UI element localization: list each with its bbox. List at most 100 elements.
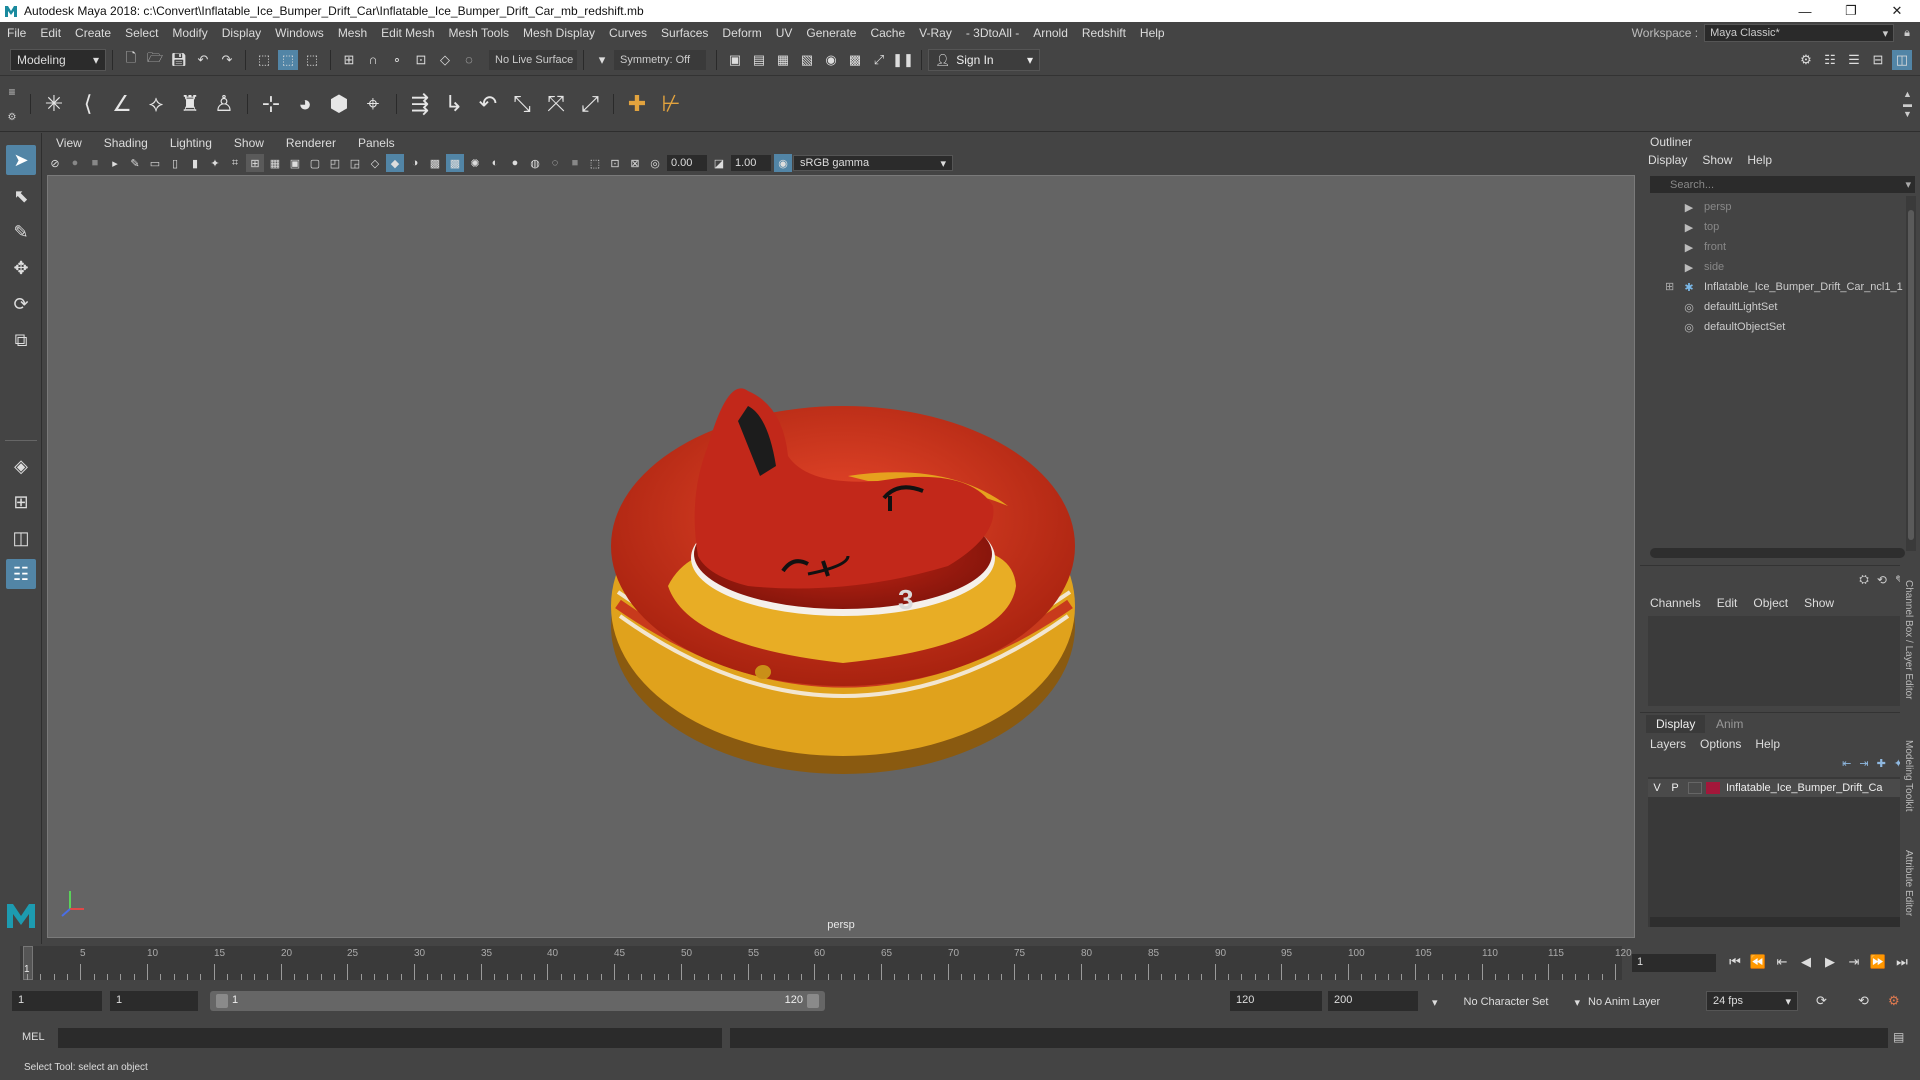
textured-icon[interactable]: ▩	[426, 154, 444, 172]
four-pane-icon[interactable]: ⊞	[6, 487, 36, 517]
play-backwards-icon[interactable]: ◀	[1796, 952, 1816, 972]
layer-playback-toggle[interactable]: P	[1666, 782, 1684, 794]
show-menu[interactable]: Show	[1804, 596, 1834, 610]
menu-edit[interactable]: Edit	[33, 26, 68, 40]
attribute-editor-icon[interactable]: ☷	[1820, 50, 1840, 70]
range-start-handle[interactable]	[216, 994, 228, 1008]
move-layer-up-icon[interactable]: ⇤	[1842, 757, 1851, 770]
lights-icon[interactable]: ✺	[466, 154, 484, 172]
screen-space-ao-icon[interactable]: ●	[506, 154, 524, 172]
camera-attributes-icon[interactable]: ⊘	[46, 154, 64, 172]
hypershade-icon[interactable]: ◉	[821, 50, 841, 70]
color-management-icon[interactable]: ◉	[774, 154, 792, 172]
undo-icon[interactable]: ↶	[193, 50, 213, 70]
new-layer-icon[interactable]: ✚	[1877, 757, 1886, 770]
options-menu[interactable]: Options	[1700, 737, 1741, 751]
expand-icon[interactable]: ⊞	[1665, 280, 1674, 293]
outliner-layout-icon[interactable]: ☷	[6, 559, 36, 589]
xray-joints-icon[interactable]: ◲	[346, 154, 364, 172]
key-icon[interactable]: ⛭	[1859, 572, 1869, 587]
menu-create[interactable]: Create	[68, 26, 118, 40]
bookmark-icon[interactable]: ●	[66, 154, 84, 172]
redo-icon[interactable]: ↷	[217, 50, 237, 70]
modeling-toolkit-icon[interactable]: ⚙	[1796, 50, 1816, 70]
panel-menu-view[interactable]: View	[45, 136, 93, 150]
locator-icon[interactable]: ✚	[621, 86, 653, 122]
color-space-dropdown[interactable]: sRGB gamma ▾	[793, 155, 953, 171]
step-forward-key-icon[interactable]: ⏩	[1868, 952, 1888, 972]
step-back-frame-icon[interactable]: ⇤	[1772, 952, 1792, 972]
render-settings-icon[interactable]: ▧	[797, 50, 817, 70]
lock-icon[interactable]: 🔒︎	[1904, 27, 1910, 40]
gamma-icon[interactable]: ◪	[710, 154, 728, 172]
live-surface-field[interactable]: No Live Surface	[489, 49, 577, 70]
shelf-menu-icon[interactable]: ⚙	[8, 112, 17, 123]
outliner-item-persp[interactable]: ▶︎ persp	[1680, 197, 1732, 217]
snap-curve-icon[interactable]: ∩	[363, 50, 383, 70]
open-scene-icon[interactable]: 🗁	[145, 50, 165, 70]
joint-tool-icon[interactable]: ✳	[38, 86, 70, 122]
two-d-pan-icon[interactable]: ▸	[106, 154, 124, 172]
move-layer-down-icon[interactable]: ⇥	[1859, 757, 1868, 770]
select-tool-icon[interactable]: ➤	[6, 145, 36, 175]
shelf-tabs-icon[interactable]: ≡	[8, 85, 15, 99]
layer-visibility-toggle[interactable]: V	[1648, 782, 1666, 794]
outliner-menu-display[interactable]: Display	[1648, 153, 1687, 167]
side-tab-attribute-editor[interactable]: Attribute Editor	[1903, 850, 1914, 916]
go-to-end-icon[interactable]: ⏭	[1892, 952, 1912, 972]
bumper-car-model[interactable]: 3	[48, 176, 1635, 938]
redshift-render-icon[interactable]: ▩	[845, 50, 865, 70]
channels-menu[interactable]: Channels	[1650, 596, 1701, 610]
lattice-icon[interactable]: ⬢	[323, 86, 355, 122]
menu-3dtoall[interactable]: - 3DtoAll -	[959, 26, 1026, 40]
animation-end-field[interactable]: 200	[1328, 991, 1418, 1011]
close-button[interactable]: ✕	[1874, 0, 1920, 22]
paint-select-icon[interactable]: ✎	[6, 217, 36, 247]
script-language-label[interactable]: MEL	[22, 1031, 45, 1043]
layout-toggle-icon[interactable]: ◫	[1892, 49, 1912, 70]
help-menu[interactable]: Help	[1755, 737, 1780, 751]
layer-type-toggle[interactable]	[1688, 782, 1702, 794]
isolate-select-icon[interactable]: ▢	[306, 154, 324, 172]
snap-view-icon[interactable]: ⊡	[411, 50, 431, 70]
outliner-horizontal-scrollbar[interactable]	[1650, 548, 1905, 558]
outliner-search-input[interactable]: Search... ▾	[1650, 176, 1915, 193]
snap-live-icon[interactable]: ◌	[459, 50, 479, 70]
pivot-icon[interactable]: ⊬	[655, 86, 687, 122]
go-to-start-icon[interactable]: ⏮	[1725, 952, 1745, 972]
scroll-mid-icon[interactable]: ▬	[1903, 99, 1912, 109]
symmetry-field[interactable]: Symmetry: Off	[614, 49, 706, 70]
playback-end-field[interactable]: 120	[1230, 991, 1322, 1011]
select-component-icon[interactable]: ⬚	[302, 50, 322, 70]
panel-menu-panels[interactable]: Panels	[347, 136, 406, 150]
loop-icon[interactable]: ⟳	[1816, 993, 1827, 1009]
outliner-item-side[interactable]: ▶︎ side	[1680, 257, 1724, 277]
viewport-persp[interactable]: 3 persp	[47, 175, 1635, 938]
panel-menu-lighting[interactable]: Lighting	[159, 136, 223, 150]
outliner-menu-show[interactable]: Show	[1702, 153, 1732, 167]
grid-icon[interactable]: ▦	[266, 154, 284, 172]
point-constraint-icon[interactable]: ↶	[472, 86, 504, 122]
play-forwards-icon[interactable]: ▶	[1820, 952, 1840, 972]
wireframe-grid-icon[interactable]: ⊞	[246, 154, 264, 172]
outliner-item-default-light-set[interactable]: ◎ defaultLightSet	[1680, 297, 1777, 317]
step-forward-frame-icon[interactable]: ⇥	[1844, 952, 1864, 972]
snap-grid-icon[interactable]: ⊞	[339, 50, 359, 70]
pause-icon[interactable]: ❚❚	[892, 50, 914, 70]
single-pane-icon[interactable]: ◈	[6, 451, 36, 481]
time-slider-track[interactable]: 1 5 10 15 20 25 30 35 40 45 50 55 60 65 70 75 80 85 90 95 1…	[20, 946, 1632, 980]
ik-spline-icon[interactable]: ∠	[106, 86, 138, 122]
render-view-icon[interactable]: ▣	[725, 50, 745, 70]
aim-constraint-icon[interactable]: ↳	[438, 86, 470, 122]
motion-blur-icon[interactable]: ◍	[526, 154, 544, 172]
textured-on-icon[interactable]: ▩	[446, 154, 464, 172]
panel-menu-renderer[interactable]: Renderer	[275, 136, 347, 150]
step-back-key-icon[interactable]: ⏪	[1748, 952, 1768, 972]
side-tab-modeling-toolkit[interactable]: Modeling Toolkit	[1903, 740, 1914, 812]
pole-vector-icon[interactable]: ⤢	[574, 86, 606, 122]
script-editor-icon[interactable]: ▤	[1893, 1030, 1904, 1044]
side-tab-channel-box[interactable]: Channel Box / Layer Editor	[1903, 580, 1914, 700]
sync-icon[interactable]: ⟲	[1877, 573, 1887, 587]
character-set-dropdown[interactable]: ▾ No Character Set ▾	[1432, 993, 1580, 1011]
current-frame-field[interactable]: 1	[1632, 954, 1716, 972]
